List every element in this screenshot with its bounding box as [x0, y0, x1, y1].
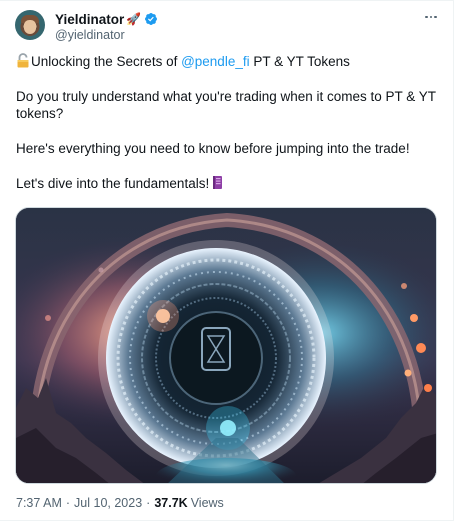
tweet-line-1: Unlocking the Secrets of @pendle_fi PT &… [16, 53, 440, 70]
rocket-emoji: 🚀 [126, 12, 142, 26]
verified-badge-icon [145, 13, 158, 25]
tweet-paragraph-4-text: Let's dive into the fundamentals! [16, 175, 210, 191]
author-handle[interactable]: @yieldinator [55, 28, 125, 42]
views-count: 37.7K [154, 496, 188, 510]
views-label: Views [190, 496, 224, 510]
separator: · [146, 496, 151, 510]
separator: · [65, 496, 71, 510]
tweet-line-1-prefix: Unlocking the Secrets of [31, 54, 182, 69]
mention-link[interactable]: @pendle_fi [181, 54, 250, 69]
tweet-date[interactable]: Jul 10, 2023 [74, 496, 142, 510]
tweet-line-1-suffix: PT & YT Tokens [249, 54, 350, 69]
author-name-row: Yieldinator 🚀 [55, 11, 158, 27]
tweet-time[interactable]: 7:37 AM [16, 496, 62, 510]
lock-icon [17, 53, 29, 68]
book-icon [213, 175, 223, 189]
tweet-paragraph-3: Here's everything you need to know befor… [16, 141, 410, 156]
tweet-paragraph-4: Let's dive into the fundamentals! [16, 175, 440, 192]
portal-artwork [16, 208, 436, 483]
display-name[interactable]: Yieldinator [55, 12, 124, 27]
more-options-icon[interactable] [421, 8, 441, 26]
tweet-meta: 7:37 AM · Jul 10, 2023 · 37.7K Views [16, 496, 224, 510]
tweet-text: Unlocking the Secrets of @pendle_fi PT &… [16, 53, 440, 192]
tweet-image[interactable] [15, 207, 437, 484]
avatar[interactable] [15, 10, 45, 40]
tweet-paragraph-2: Do you truly understand what you're trad… [16, 88, 436, 122]
